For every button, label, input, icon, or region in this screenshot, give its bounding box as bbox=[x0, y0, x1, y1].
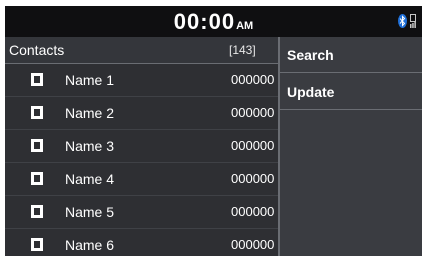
contact-name: Name 6 bbox=[65, 237, 115, 253]
contact-icon bbox=[31, 172, 43, 185]
status-bar: 00:00AM bbox=[5, 6, 422, 37]
head-unit-screen: 00:00AM Contacts [143] Name 1 000000 Nam… bbox=[5, 6, 422, 256]
clock-time: 00:00 bbox=[173, 9, 236, 34]
phone-signal-icon bbox=[410, 14, 416, 28]
contact-row[interactable]: Name 1 000000 bbox=[5, 64, 278, 97]
contact-number: 000000 bbox=[231, 237, 275, 252]
contact-name: Name 2 bbox=[65, 105, 115, 121]
contact-number: 000000 bbox=[231, 138, 275, 153]
contacts-count: [143] bbox=[229, 43, 256, 57]
contact-name: Name 4 bbox=[65, 171, 115, 187]
clock-ampm: AM bbox=[236, 20, 254, 32]
bluetooth-icon bbox=[398, 14, 407, 28]
contact-icon bbox=[31, 139, 43, 152]
contact-name: Name 3 bbox=[65, 138, 115, 154]
contact-number: 000000 bbox=[231, 171, 275, 186]
contact-name: Name 1 bbox=[65, 72, 115, 88]
contact-name: Name 5 bbox=[65, 204, 115, 220]
contact-row[interactable]: Name 5 000000 bbox=[5, 196, 278, 229]
clock: 00:00AM bbox=[5, 6, 422, 37]
update-menu-item[interactable]: Update bbox=[280, 74, 422, 110]
contact-row[interactable]: Name 4 000000 bbox=[5, 163, 278, 196]
search-menu-item[interactable]: Search bbox=[280, 37, 422, 73]
contacts-title: Contacts bbox=[9, 42, 65, 58]
contact-number: 000000 bbox=[231, 204, 275, 219]
status-icons bbox=[398, 14, 416, 28]
contact-row[interactable]: Name 3 000000 bbox=[5, 130, 278, 163]
contacts-header: Contacts [143] bbox=[5, 37, 278, 64]
contact-row[interactable]: Name 2 000000 bbox=[5, 97, 278, 130]
contact-icon bbox=[31, 73, 43, 86]
options-menu: Search Update bbox=[278, 37, 422, 256]
contact-icon bbox=[31, 205, 43, 218]
contact-icon bbox=[31, 238, 43, 251]
contact-number: 000000 bbox=[231, 105, 275, 120]
contact-number: 000000 bbox=[231, 72, 275, 87]
contact-icon bbox=[31, 106, 43, 119]
contact-row[interactable]: Name 6 000000 bbox=[5, 229, 278, 256]
contacts-list: Contacts [143] Name 1 000000 Name 2 0000… bbox=[5, 37, 278, 256]
